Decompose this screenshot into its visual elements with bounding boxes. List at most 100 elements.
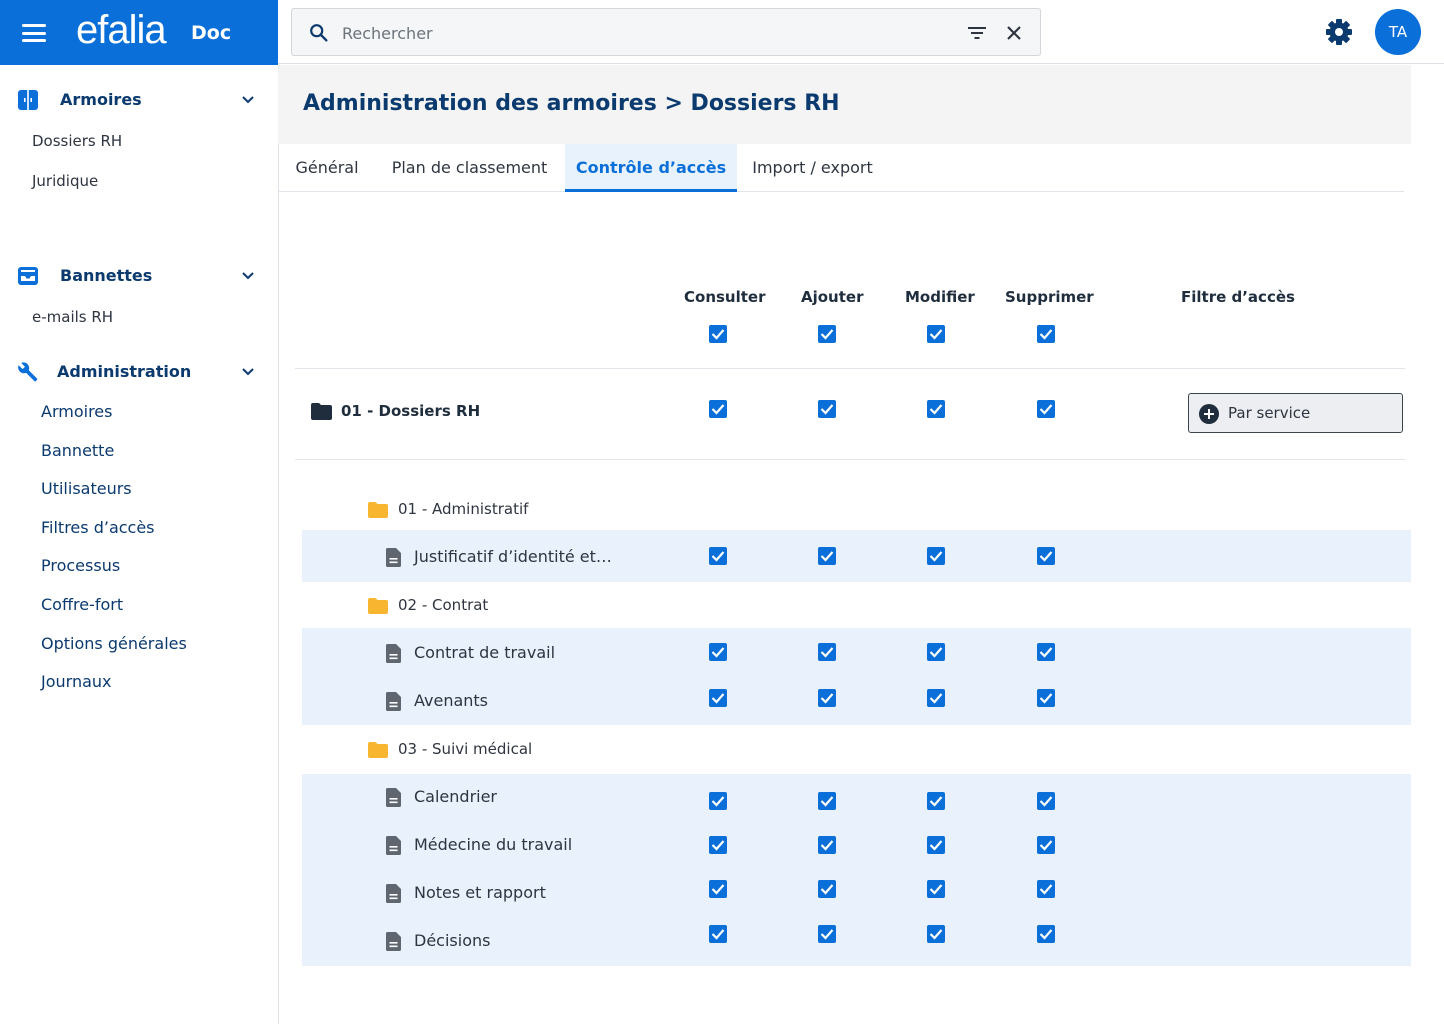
- checkbox-modifier[interactable]: [927, 643, 945, 661]
- checkbox-ajouter[interactable]: [818, 792, 836, 810]
- search-input[interactable]: [342, 19, 942, 47]
- chevron-down-icon[interactable]: [240, 364, 256, 380]
- sidebar-item-armoires[interactable]: Armoires: [41, 402, 112, 421]
- document-icon: [386, 836, 401, 855]
- sidebar-item-bannette[interactable]: Bannette: [41, 441, 114, 460]
- sidebar-section-bannettes[interactable]: Bannettes: [0, 259, 278, 293]
- checkbox-consulter[interactable]: [709, 925, 727, 943]
- checkbox-supprimer[interactable]: [1037, 792, 1055, 810]
- search-icon: [310, 24, 328, 42]
- checkbox-ajouter[interactable]: [818, 836, 836, 854]
- column-supprimer: Supprimer: [1005, 288, 1094, 306]
- search-box: [291, 8, 1041, 56]
- tab-controle-acces[interactable]: Contrôle d’accès: [565, 144, 737, 192]
- document-label: Contrat de travail: [414, 643, 556, 662]
- access-filter-button[interactable]: Par service: [1188, 393, 1403, 433]
- checkbox-consulter[interactable]: [709, 400, 727, 418]
- tab-import-export[interactable]: Import / export: [737, 144, 888, 192]
- checkbox-modifier[interactable]: [927, 836, 945, 854]
- column-ajouter: Ajouter: [801, 288, 864, 306]
- checkbox-consulter[interactable]: [709, 792, 727, 810]
- sidebar-section-administration[interactable]: Administration: [0, 355, 278, 389]
- checkmark-icon: [929, 404, 943, 415]
- checkmark-icon: [1039, 647, 1053, 658]
- checkbox-supprimer[interactable]: [1037, 925, 1055, 943]
- filter-icon[interactable]: [966, 24, 988, 42]
- checkbox-supprimer[interactable]: [1037, 643, 1055, 661]
- checkbox-modifier[interactable]: [927, 689, 945, 707]
- checkmark-icon: [711, 840, 725, 851]
- checkbox-consulter[interactable]: [709, 689, 727, 707]
- sidebar-section-title: Armoires: [60, 90, 142, 109]
- avatar[interactable]: TA: [1375, 9, 1421, 55]
- checkmark-icon: [711, 929, 725, 940]
- checkbox-ajouter[interactable]: [818, 689, 836, 707]
- sidebar-item-options-generales[interactable]: Options générales: [41, 634, 187, 653]
- checkmark-icon: [820, 404, 834, 415]
- close-icon[interactable]: [1004, 23, 1024, 43]
- checkbox-consulter[interactable]: [709, 643, 727, 661]
- checkbox-supprimer[interactable]: [1037, 836, 1055, 854]
- checkbox-consulter[interactable]: [709, 836, 727, 854]
- checkmark-icon: [929, 796, 943, 807]
- checkmark-icon: [820, 647, 834, 658]
- folder-label: 01 - Administratif: [398, 500, 529, 518]
- folder-icon: [368, 742, 388, 758]
- checkbox-supprimer[interactable]: [1037, 325, 1055, 343]
- chevron-down-icon[interactable]: [240, 268, 256, 284]
- sidebar-item-processus[interactable]: Processus: [41, 556, 120, 575]
- checkbox-ajouter[interactable]: [818, 643, 836, 661]
- gear-icon[interactable]: [1324, 17, 1354, 47]
- sidebar-item-filtres-acces[interactable]: Filtres d’accès: [41, 518, 155, 537]
- sidebar-section-armoires[interactable]: Armoires: [0, 83, 278, 117]
- folder-icon: [311, 403, 332, 420]
- document-label: Avenants: [414, 691, 489, 710]
- checkbox-ajouter[interactable]: [818, 547, 836, 565]
- sidebar-item-coffre-fort[interactable]: Coffre-fort: [41, 595, 123, 614]
- divider: [295, 459, 1405, 460]
- checkbox-supprimer[interactable]: [1037, 400, 1055, 418]
- checkbox-modifier[interactable]: [927, 547, 945, 565]
- access-filter-label: Par service: [1228, 404, 1311, 422]
- checkbox-ajouter[interactable]: [818, 925, 836, 943]
- sidebar-item-utilisateurs[interactable]: Utilisateurs: [41, 479, 132, 498]
- checkbox-ajouter[interactable]: [818, 325, 836, 343]
- sidebar-item-juridique[interactable]: Juridique: [32, 172, 98, 190]
- checkbox-supprimer[interactable]: [1037, 547, 1055, 565]
- checkbox-consulter[interactable]: [709, 547, 727, 565]
- checkbox-consulter[interactable]: [709, 325, 727, 343]
- tab-general[interactable]: Général: [278, 144, 376, 192]
- brand-logo[interactable]: efalia: [76, 8, 167, 53]
- checkmark-icon: [711, 404, 725, 415]
- sidebar-item-dossiers-rh[interactable]: Dossiers RH: [32, 132, 122, 150]
- checkbox-modifier[interactable]: [927, 400, 945, 418]
- menu-icon[interactable]: [22, 24, 46, 42]
- checkbox-ajouter[interactable]: [818, 400, 836, 418]
- checkbox-modifier[interactable]: [927, 880, 945, 898]
- sidebar-item-journaux[interactable]: Journaux: [41, 672, 112, 691]
- top-bar: TA: [278, 0, 1444, 64]
- checkbox-consulter[interactable]: [709, 880, 727, 898]
- checkbox-supprimer[interactable]: [1037, 689, 1055, 707]
- sidebar-section-title: Administration: [57, 362, 192, 381]
- folder-icon: [368, 502, 388, 518]
- checkbox-modifier[interactable]: [927, 325, 945, 343]
- checkmark-icon: [929, 551, 943, 562]
- checkbox-ajouter[interactable]: [818, 880, 836, 898]
- checkbox-modifier[interactable]: [927, 925, 945, 943]
- checkbox-supprimer[interactable]: [1037, 880, 1055, 898]
- page-title: Administration des armoires > Dossiers R…: [303, 91, 840, 116]
- document-icon: [386, 644, 401, 663]
- checkmark-icon: [820, 329, 834, 340]
- chevron-down-icon[interactable]: [240, 92, 256, 108]
- tab-plan-de-classement[interactable]: Plan de classement: [376, 144, 563, 192]
- sidebar-item-emails-rh[interactable]: e-mails RH: [32, 308, 113, 326]
- checkmark-icon: [1039, 884, 1053, 895]
- checkmark-icon: [1039, 329, 1053, 340]
- checkmark-icon: [711, 647, 725, 658]
- folder-label: 02 - Contrat: [398, 596, 489, 614]
- checkbox-modifier[interactable]: [927, 792, 945, 810]
- checkmark-icon: [711, 884, 725, 895]
- checkmark-icon: [1039, 693, 1053, 704]
- document-label: Justificatif d’identité et…: [414, 547, 612, 566]
